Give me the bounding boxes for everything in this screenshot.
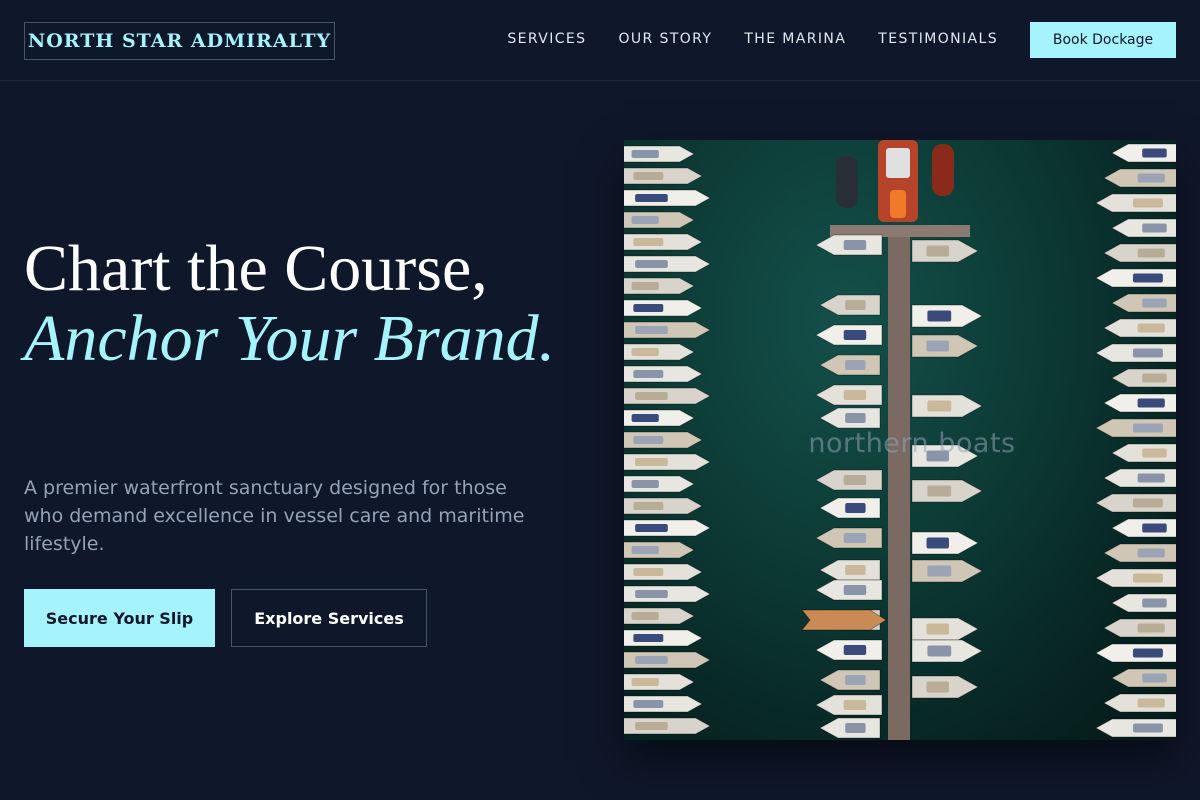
pier-right-boat-cabin — [926, 623, 949, 635]
left-row-boat-cabin — [631, 612, 659, 620]
image-watermark: northern boats — [808, 428, 1016, 459]
pier-left-boat-cabin — [843, 390, 867, 400]
right-row-boat-cabin — [1132, 723, 1163, 733]
right-row-boat-cabin — [1142, 373, 1167, 383]
pier-left-boat-cabin — [845, 565, 866, 575]
pier-right-boat-cabin — [927, 485, 952, 497]
right-row-boat-cabin — [1137, 248, 1165, 258]
secure-slip-button[interactable]: Secure Your Slip — [24, 589, 215, 647]
nav-links: SERVICES OUR STORY THE MARINA TESTIMONIA… — [507, 22, 998, 56]
pier-left-boat-cabin — [843, 533, 867, 543]
left-row-boat-cabin — [631, 150, 659, 158]
boat-deck — [890, 190, 906, 218]
pier-left-boat-cabin — [843, 240, 867, 250]
right-row-boat-cabin — [1132, 573, 1163, 583]
hero-subtitle: A premier waterfront sanctuary designed … — [24, 477, 525, 555]
pier-left-boat-cabin — [845, 413, 866, 423]
pier-left-boat-cabin — [843, 330, 867, 340]
marina-aerial-image: northern boats — [624, 140, 1176, 740]
right-row-boat-cabin — [1132, 498, 1163, 508]
pier-left-boat-cabin — [845, 503, 866, 513]
top-navigation: NORTH STAR ADMIRALTY SERVICES OUR STORY … — [0, 0, 1200, 81]
pier-right-boat-cabin — [927, 310, 952, 322]
left-row-boat-cabin — [631, 546, 659, 554]
left-row-boat-cabin — [635, 656, 668, 664]
left-row-boat-cabin — [633, 634, 664, 642]
left-row-boat-cabin — [631, 216, 659, 224]
hero-title-line1: Chart the Course, — [24, 232, 488, 305]
left-row-boat-cabin — [633, 238, 664, 246]
boat — [932, 144, 954, 196]
left-row-boat-cabin — [633, 568, 664, 576]
left-row-boat-cabin — [633, 304, 664, 312]
left-row-boat-cabin — [631, 348, 659, 356]
left-row-boat-cabin — [635, 458, 668, 466]
right-row-boat-cabin — [1142, 298, 1167, 308]
pier-left-boat-cabin — [843, 700, 867, 710]
right-row-boat-cabin — [1132, 198, 1163, 208]
pier — [888, 235, 910, 740]
pier-left-boat-cabin — [843, 475, 867, 485]
left-row-boat-cabin — [631, 282, 659, 290]
left-row-boat-cabin — [635, 260, 668, 268]
right-row-boat-cabin — [1142, 223, 1167, 233]
hero-title-accent: Anchor Your Brand. — [24, 302, 556, 375]
pier-left-boat-cabin — [843, 585, 867, 595]
pier-left-boat-cabin — [845, 300, 866, 310]
pier-right-boat-cabin — [927, 400, 952, 412]
left-row-boat-cabin — [633, 700, 664, 708]
left-row-boat-cabin — [631, 480, 659, 488]
pier-left-boat-cabin — [845, 360, 866, 370]
boat — [836, 156, 858, 208]
pier-left-boat-cabin — [845, 723, 866, 733]
left-row-boat-cabin — [635, 326, 668, 334]
right-row-boat-cabin — [1132, 273, 1163, 283]
left-row-boat-cabin — [633, 172, 664, 180]
right-row-boat-cabin — [1137, 623, 1165, 633]
book-dockage-button[interactable]: Book Dockage — [1030, 22, 1176, 58]
left-row-boat-cabin — [633, 502, 664, 510]
right-row-boat-cabin — [1142, 523, 1167, 533]
left-row-boat-cabin — [635, 194, 668, 202]
left-row-boat-cabin — [631, 678, 659, 686]
nav-link-our-story[interactable]: OUR STORY — [618, 31, 712, 47]
right-row-boat-cabin — [1142, 148, 1167, 158]
left-row-boat-cabin — [635, 392, 668, 400]
right-row-boat-cabin — [1132, 648, 1163, 658]
boat-cabin — [886, 148, 910, 178]
right-row-boat-cabin — [1142, 598, 1167, 608]
right-row-boat-cabin — [1132, 348, 1163, 358]
pier-left-boat-cabin — [845, 675, 866, 685]
explore-services-button[interactable]: Explore Services — [231, 589, 427, 647]
left-row-boat-cabin — [635, 722, 668, 730]
right-row-boat-cabin — [1137, 548, 1165, 558]
pier-right-boat-cabin — [926, 245, 949, 257]
nav-link-the-marina[interactable]: THE MARINA — [744, 31, 846, 47]
nav-link-services[interactable]: SERVICES — [507, 31, 586, 47]
hero-title: Chart the Course, Anchor Your Brand. — [24, 234, 604, 374]
left-row-boat-cabin — [635, 524, 668, 532]
pier-right-boat-cabin — [926, 340, 949, 352]
right-row-boat-cabin — [1137, 473, 1165, 483]
right-row-boat-cabin — [1137, 173, 1165, 183]
right-row-boat-cabin — [1142, 673, 1167, 683]
left-row-boat-cabin — [631, 414, 659, 422]
right-row-boat-cabin — [1137, 698, 1165, 708]
right-row-boat-cabin — [1137, 323, 1165, 333]
left-row-boat-cabin — [633, 370, 664, 378]
sailboat — [800, 609, 887, 631]
pier-right-boat-cabin — [927, 565, 952, 577]
left-row-boat-cabin — [635, 590, 668, 598]
pier-left-boat-cabin — [843, 645, 867, 655]
pier-right-boat-cabin — [926, 681, 949, 693]
pier-right-boat-cabin — [926, 537, 949, 549]
pier-right-boat-cabin — [927, 645, 952, 657]
brand-logo[interactable]: NORTH STAR ADMIRALTY — [24, 22, 335, 60]
right-row-boat-cabin — [1137, 398, 1165, 408]
nav-link-testimonials[interactable]: TESTIMONIALS — [878, 31, 998, 47]
